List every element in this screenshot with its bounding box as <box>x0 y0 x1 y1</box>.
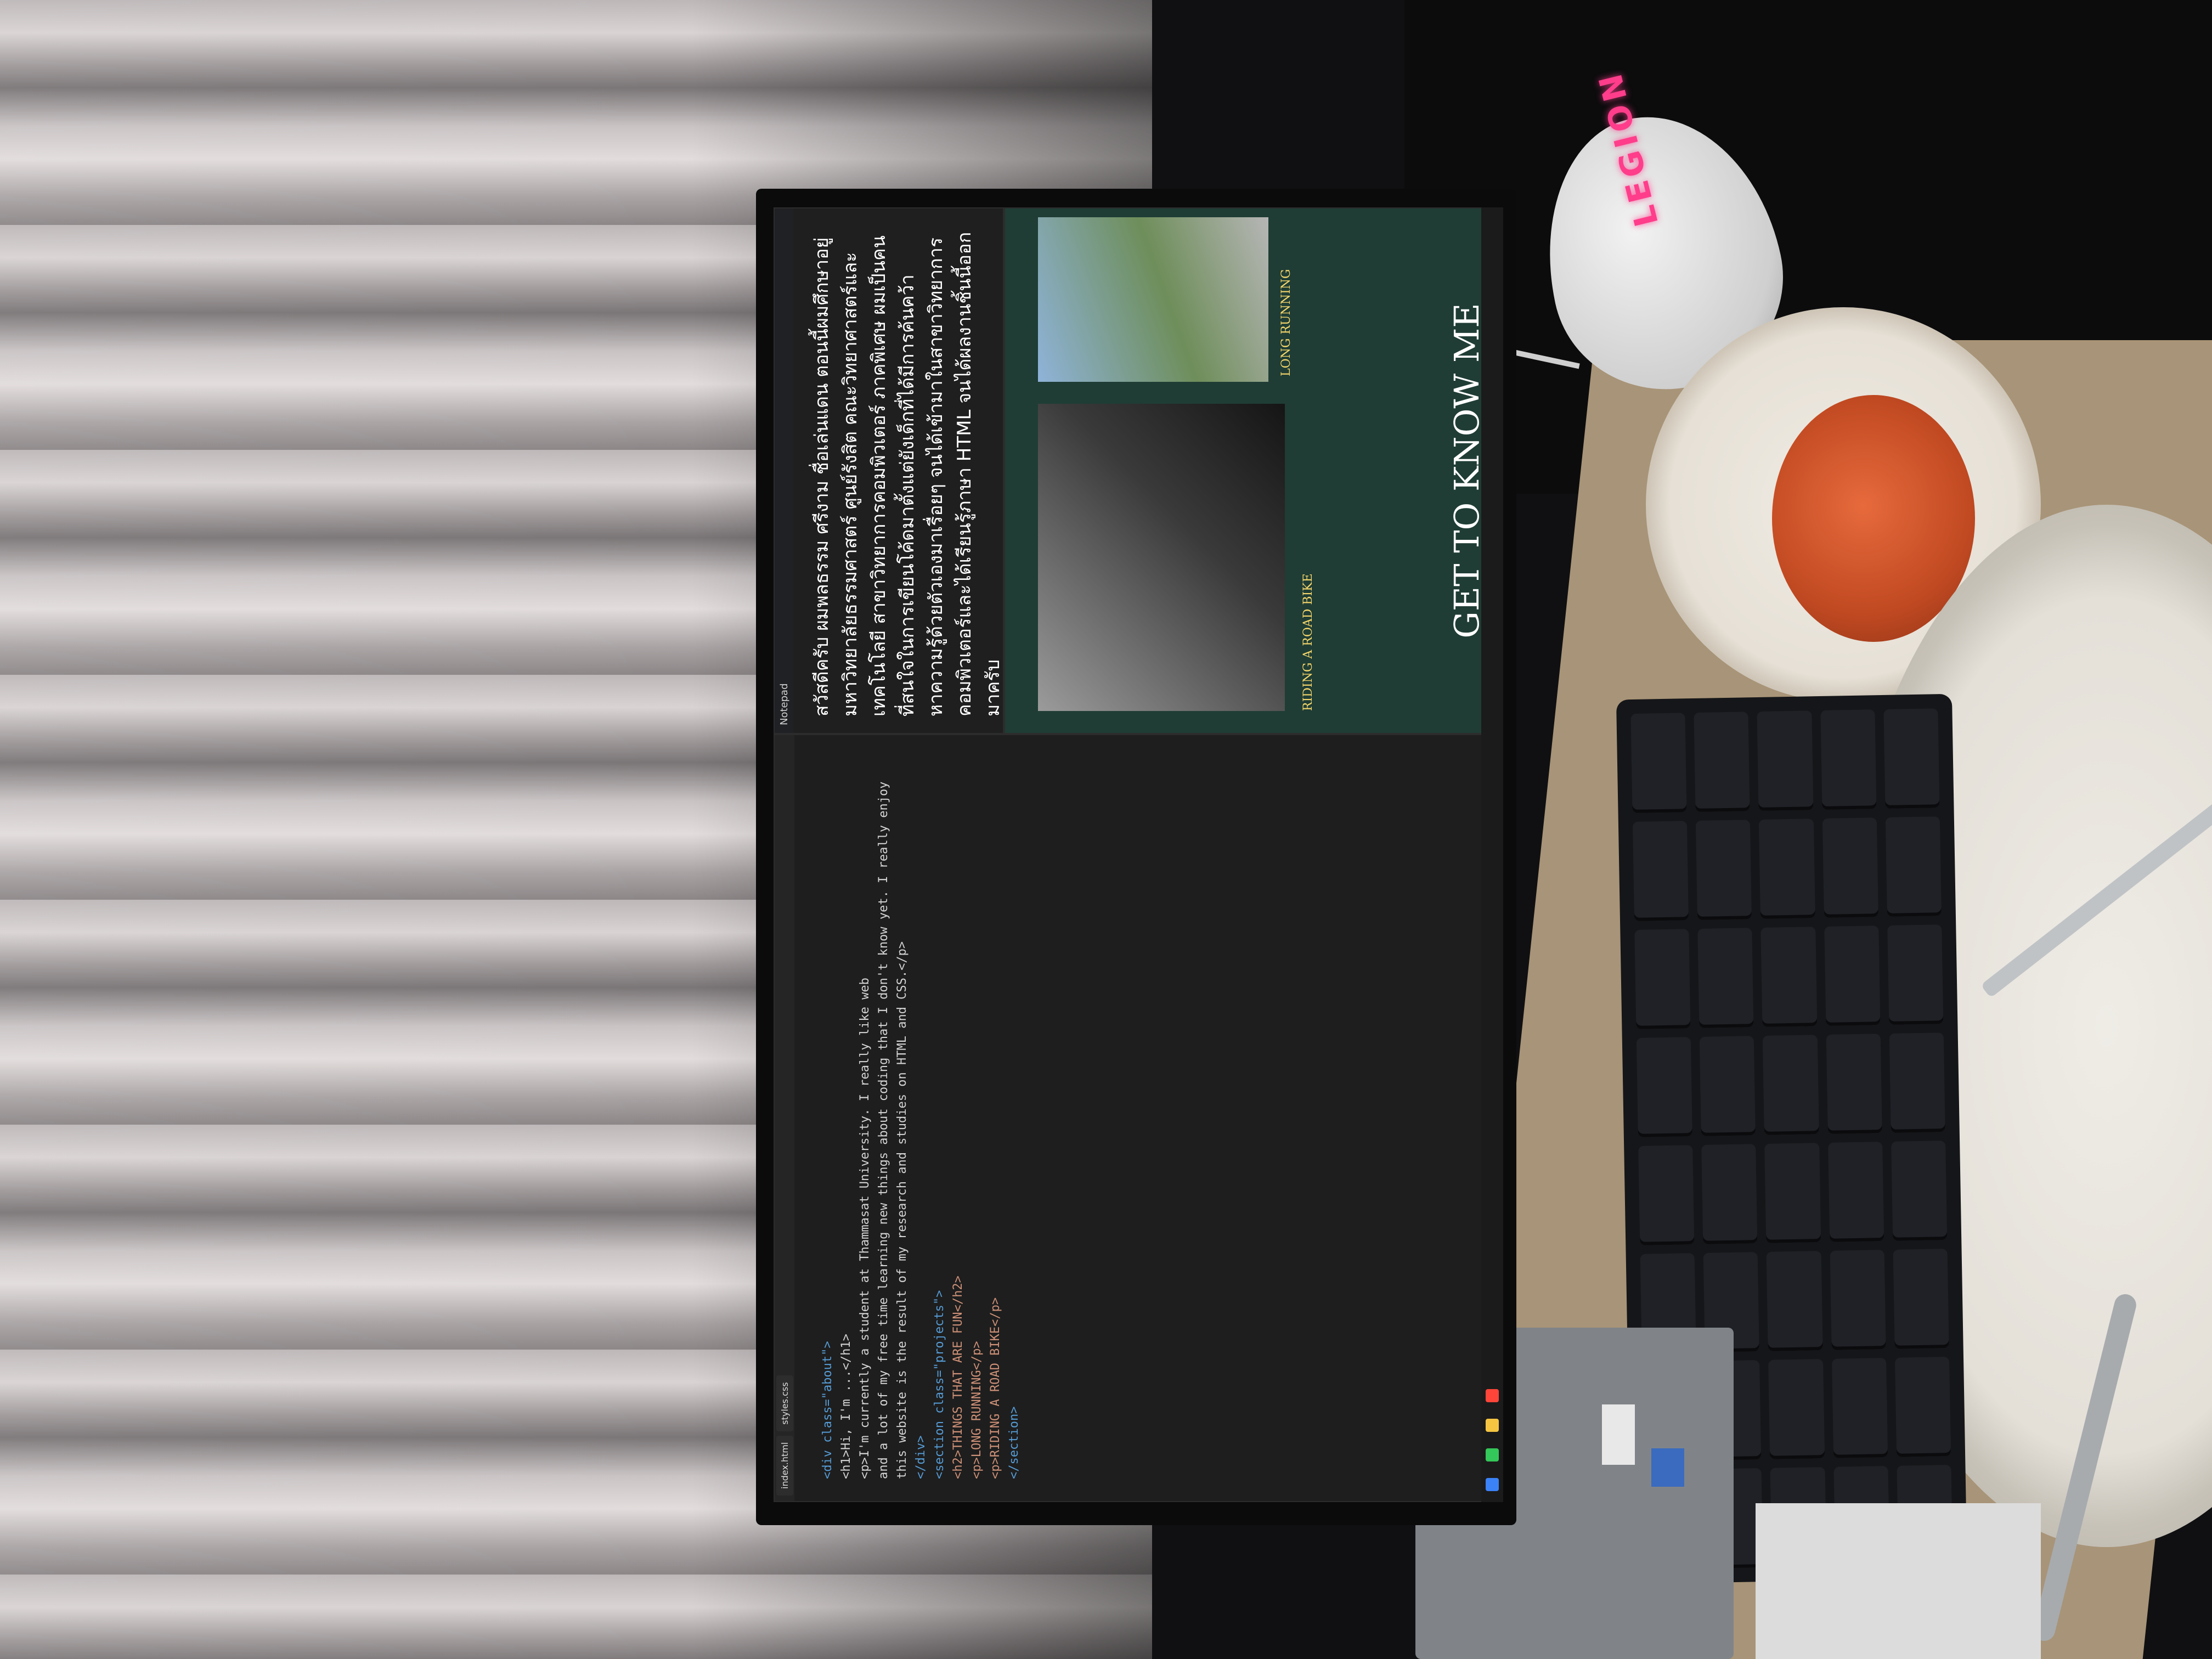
editor-tab-index[interactable]: index.html <box>776 1435 793 1496</box>
code-line: <h2>THINGS THAT ARE FUN</h2> <box>951 1276 965 1479</box>
keyboard-key <box>1891 1141 1948 1241</box>
keyboard-key <box>1701 1144 1758 1244</box>
code-line: <p>I'm currently a student at Thammasat … <box>858 978 872 1479</box>
code-line: <h1>Hi, I'm ...</h1> <box>839 1334 853 1479</box>
keyboard-key <box>1824 926 1881 1026</box>
folder-icon[interactable] <box>1486 1419 1499 1432</box>
code-line: </div> <box>914 1435 928 1479</box>
keyboard-key <box>1830 1250 1886 1350</box>
keyboard-key <box>1759 819 1815 919</box>
keyboard-key <box>1766 1251 1823 1351</box>
browser-icon[interactable] <box>1486 1389 1499 1402</box>
keyboard-key <box>1763 1035 1819 1135</box>
code-line: </section> <box>1007 1406 1021 1479</box>
monitor-screen: index.html styles.css <div class="about"… <box>774 207 1503 1502</box>
keyboard-key <box>1893 1249 1949 1349</box>
keyboard-key <box>1697 928 1754 1028</box>
keyboard-key <box>1768 1359 1825 1459</box>
keyboard-key <box>1694 712 1750 812</box>
windows-start-icon[interactable] <box>1486 1478 1499 1491</box>
code-area[interactable]: <div class="about"> <h1>Hi, I'm ...</h1>… <box>819 757 1024 1479</box>
running-photo <box>1038 217 1268 382</box>
code-line: <p>RIDING A ROAD BIKE</p> <box>989 1297 1002 1479</box>
keyboard-key <box>1696 820 1752 920</box>
keyboard-key <box>1760 927 1818 1027</box>
text-editor-window[interactable]: Notepad สวัสดีครับ ผมพลธรรม ศรีงาม ชื่อเ… <box>774 207 1004 734</box>
keyboard-key <box>1632 821 1689 921</box>
paper-sheet <box>1756 1503 2041 1659</box>
app-icon[interactable] <box>1486 1448 1499 1462</box>
keyboard-key <box>1820 709 1877 810</box>
website-preview-window[interactable]: LONG RUNNING RIDING A ROAD BIKE GET TO K… <box>1004 207 1503 734</box>
editor-tab-styles[interactable]: styles.css <box>776 1375 793 1431</box>
keyboard-key <box>1638 1145 1695 1245</box>
laptop-sticker <box>1602 1404 1635 1465</box>
keyboard-key <box>1889 1032 1945 1133</box>
keyboard-key <box>1827 1142 1884 1242</box>
keyboard-key <box>1764 1143 1821 1243</box>
editor-tabbar: index.html styles.css <box>775 735 794 1501</box>
long-running-label: LONG RUNNING <box>1279 269 1293 376</box>
keyboard-key <box>1822 817 1878 918</box>
code-line: <p>LONG RUNNING</p> <box>970 1341 984 1479</box>
code-editor-window[interactable]: index.html styles.css <div class="about"… <box>774 734 1503 1502</box>
keyboard-key <box>1887 924 1944 1025</box>
text-editor-title: Notepad <box>778 683 790 726</box>
code-line: and a lot of my free time learning new t… <box>877 781 890 1479</box>
keyboard-key <box>1883 708 1940 809</box>
keyboard-key <box>1636 1037 1693 1137</box>
keyboard-key <box>1894 1357 1951 1457</box>
text-editor-titlebar: Notepad <box>775 208 793 733</box>
keyboard-key <box>1885 816 1942 917</box>
keyboard-key <box>1634 929 1691 1029</box>
riding-label: RIDING A ROAD BIKE <box>1301 573 1315 711</box>
keyboard-key <box>1630 713 1687 813</box>
code-line: this website is the result of my researc… <box>895 941 909 1479</box>
keyboard-key <box>1826 1034 1882 1134</box>
code-line: <div class="about"> <box>821 1341 834 1479</box>
code-line: <section class="projects"> <box>933 1290 946 1479</box>
keyboard-key <box>1757 710 1814 811</box>
text-editor-body[interactable]: สวัสดีครับ ผมพลธรรม ศรีงาม ชื่อเล่นแดน ต… <box>808 225 1007 716</box>
photo-scene: LEGION index.html styles.css <div class=… <box>0 0 2212 1659</box>
taskbar <box>1481 207 1503 1502</box>
keyboard-key <box>1831 1358 1888 1458</box>
profile-photo <box>1038 404 1285 711</box>
laptop-sticker <box>1651 1448 1684 1487</box>
screen-content: index.html styles.css <div class="about"… <box>774 207 1503 1502</box>
keyboard-key <box>1699 1036 1756 1136</box>
